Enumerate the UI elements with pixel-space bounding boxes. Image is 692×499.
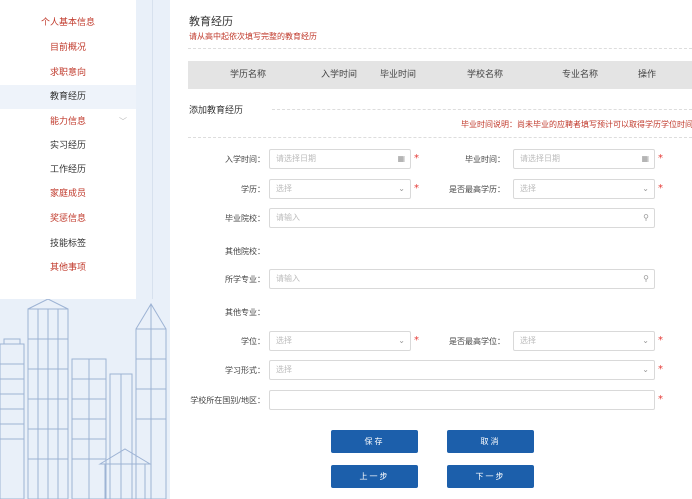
school-search-input[interactable]: 请输入 ⚲ bbox=[269, 208, 655, 228]
required-mark: * bbox=[658, 394, 663, 405]
column-header: 毕业时间 bbox=[380, 70, 417, 80]
save-button[interactable]: 保存 bbox=[331, 430, 418, 453]
required-mark: * bbox=[658, 364, 663, 375]
select-value: 选择 bbox=[276, 184, 292, 193]
placeholder-text: 请输入 bbox=[276, 213, 300, 222]
column-header: 入学时间 bbox=[321, 70, 358, 80]
cancel-button[interactable]: 取消 bbox=[447, 430, 534, 453]
placeholder-text: 请输入 bbox=[276, 274, 300, 283]
placeholder-text: 请选择日期 bbox=[520, 154, 560, 163]
required-mark: * bbox=[658, 183, 663, 194]
highest-academic-degree-select[interactable]: 选择 ⌄ bbox=[513, 331, 655, 351]
sidebar-nav: 个人基本信息 目前概况 求职意向 教育经历 能力信息 ﹀ 实习经历 工作经历 家… bbox=[0, 0, 136, 299]
city-illustration bbox=[0, 299, 167, 499]
graduation-note: 毕业时间说明：尚未毕业的应聘者填写预计可以取得学历学位时间 bbox=[461, 120, 692, 129]
section-title: 添加教育经历 bbox=[189, 106, 244, 116]
column-header: 学历名称 bbox=[230, 70, 267, 80]
page-title: 教育经历 bbox=[189, 15, 233, 28]
column-header: 操作 bbox=[638, 70, 657, 80]
school-location-input[interactable] bbox=[269, 390, 655, 410]
academic-degree-select[interactable]: 选择 ⌄ bbox=[269, 331, 411, 351]
chevron-down-icon: ⌄ bbox=[398, 184, 405, 193]
divider bbox=[272, 109, 692, 110]
highest-degree-select[interactable]: 选择 ⌄ bbox=[513, 179, 655, 199]
school-label: 毕业院校： bbox=[225, 214, 265, 223]
study-form-label: 学习形式： bbox=[225, 366, 265, 375]
divider bbox=[188, 48, 692, 49]
main-panel: 教育经历 请从高中起依次填写完整的教育经历 学历名称 入学时间 毕业时间 学校名… bbox=[170, 0, 692, 499]
education-table-header: 学历名称 入学时间 毕业时间 学校名称 专业名称 操作 bbox=[188, 61, 692, 89]
study-form-select[interactable]: 选择 ⌄ bbox=[269, 360, 655, 380]
sidebar-item-skills[interactable]: 技能标签 bbox=[0, 232, 136, 256]
sidebar-item-personal-info[interactable]: 个人基本信息 bbox=[0, 11, 136, 35]
column-header: 学校名称 bbox=[467, 70, 504, 80]
chevron-down-icon: ⌄ bbox=[398, 336, 405, 345]
highest-degree-label: 是否最高学历： bbox=[449, 185, 505, 194]
other-school-label: 其他院校： bbox=[225, 247, 265, 256]
required-mark: * bbox=[414, 153, 419, 164]
sidebar-item-education[interactable]: 教育经历 bbox=[0, 85, 136, 109]
calendar-icon: ▦ bbox=[397, 154, 405, 163]
divider bbox=[188, 137, 692, 138]
divider bbox=[152, 0, 153, 299]
select-value: 选择 bbox=[520, 184, 536, 193]
enroll-date-picker[interactable]: 请选择日期 ▦ bbox=[269, 149, 411, 169]
sidebar-item-current-status[interactable]: 目前概况 bbox=[0, 36, 136, 60]
other-major-label: 其他专业： bbox=[225, 308, 265, 317]
major-search-input[interactable]: 请输入 ⚲ bbox=[269, 269, 655, 289]
previous-step-button[interactable]: 上一步 bbox=[331, 465, 418, 488]
enroll-date-label: 入学时间： bbox=[225, 155, 265, 164]
sidebar-item-rewards[interactable]: 奖惩信息 bbox=[0, 207, 136, 231]
search-icon: ⚲ bbox=[643, 213, 649, 222]
sidebar-item-job-intent[interactable]: 求职意向 bbox=[0, 61, 136, 85]
chevron-down-icon: ⌄ bbox=[642, 184, 649, 193]
highest-academic-degree-label: 是否最高学位： bbox=[449, 337, 505, 346]
degree-select[interactable]: 选择 ⌄ bbox=[269, 179, 411, 199]
grad-date-picker[interactable]: 请选择日期 ▦ bbox=[513, 149, 655, 169]
page-subtitle: 请从高中起依次填写完整的教育经历 bbox=[189, 32, 317, 41]
required-mark: * bbox=[658, 335, 663, 346]
school-location-label: 学校所在国别/地区： bbox=[190, 396, 265, 405]
sidebar-item-ability[interactable]: 能力信息 ﹀ bbox=[0, 110, 136, 134]
chevron-down-icon: ﹀ bbox=[119, 117, 127, 126]
column-header: 专业名称 bbox=[562, 70, 599, 80]
select-value: 选择 bbox=[276, 365, 292, 374]
required-mark: * bbox=[414, 183, 419, 194]
sidebar-item-work[interactable]: 工作经历 bbox=[0, 158, 136, 182]
degree-label: 学历： bbox=[241, 185, 265, 194]
academic-degree-label: 学位： bbox=[241, 337, 265, 346]
placeholder-text: 请选择日期 bbox=[276, 154, 316, 163]
next-step-button[interactable]: 下一步 bbox=[447, 465, 534, 488]
sidebar-item-internship[interactable]: 实习经历 bbox=[0, 134, 136, 158]
chevron-down-icon: ⌄ bbox=[642, 336, 649, 345]
grad-date-label: 毕业时间： bbox=[465, 155, 505, 164]
search-icon: ⚲ bbox=[643, 274, 649, 283]
chevron-down-icon: ⌄ bbox=[642, 365, 649, 374]
select-value: 选择 bbox=[276, 336, 292, 345]
required-mark: * bbox=[658, 153, 663, 164]
calendar-icon: ▦ bbox=[641, 154, 649, 163]
sidebar-item-label: 能力信息 bbox=[49, 117, 86, 127]
major-label: 所学专业： bbox=[225, 275, 265, 284]
required-mark: * bbox=[414, 335, 419, 346]
sidebar-item-other[interactable]: 其他事项 bbox=[0, 256, 136, 280]
sidebar-item-family[interactable]: 家庭成员 bbox=[0, 182, 136, 206]
select-value: 选择 bbox=[520, 336, 536, 345]
